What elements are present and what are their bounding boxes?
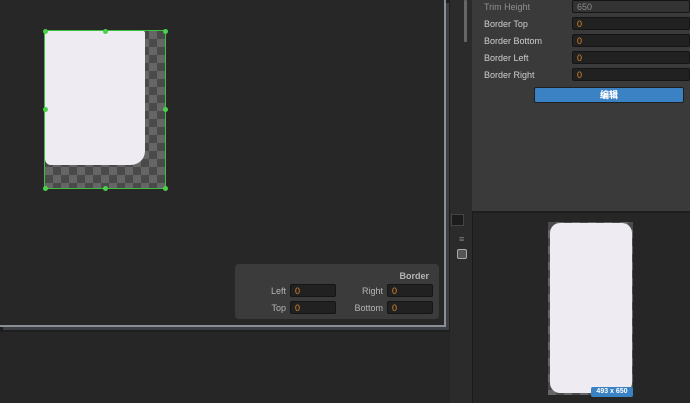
- resize-handle[interactable]: [163, 29, 168, 34]
- preview-image: [550, 223, 632, 393]
- resize-handle[interactable]: [43, 29, 48, 34]
- resize-handle[interactable]: [43, 186, 48, 191]
- edit-button[interactable]: 编辑: [534, 87, 684, 103]
- border-right-label: Border Right: [484, 70, 535, 80]
- resize-handle[interactable]: [103, 186, 108, 191]
- border-panel-title: Border: [399, 271, 429, 281]
- top-label: Top: [271, 303, 286, 313]
- border-right-input[interactable]: 0: [387, 284, 433, 297]
- border-right-field[interactable]: 0: [572, 68, 690, 81]
- collapse-icon[interactable]: [457, 249, 467, 259]
- resize-handle[interactable]: [163, 186, 168, 191]
- resize-handle[interactable]: [163, 107, 168, 112]
- border-left-field[interactable]: 0: [572, 51, 690, 64]
- border-left-label: Border Left: [484, 53, 529, 63]
- left-label: Left: [270, 286, 286, 296]
- trim-height-input[interactable]: 650: [572, 0, 690, 13]
- bottom-area: [0, 332, 452, 403]
- right-label: Right: [361, 286, 383, 296]
- trim-height-label: Trim Height: [484, 2, 531, 12]
- border-panel: Border Left 0 Right 0 Top 0 Bottom 0: [235, 264, 439, 319]
- panel-toggle[interactable]: [451, 214, 464, 226]
- border-top-field[interactable]: 0: [572, 17, 690, 30]
- menu-icon[interactable]: ≡: [459, 234, 464, 244]
- border-top-label: Border Top: [484, 19, 528, 29]
- sprite-image: [45, 31, 145, 165]
- inspector-panel: Trim Height 650 Border Top 0 Border Bott…: [472, 0, 690, 211]
- border-top-input[interactable]: 0: [290, 301, 336, 314]
- panel-splitter[interactable]: ≡: [450, 0, 472, 403]
- preview-panel: 493 x 650: [472, 213, 690, 403]
- border-bottom-label: Border Bottom: [484, 36, 543, 46]
- border-bottom-input[interactable]: 0: [387, 301, 433, 314]
- bottom-label: Bottom: [354, 303, 383, 313]
- sprite-editor-canvas[interactable]: Border Left 0 Right 0 Top 0 Bottom 0: [0, 0, 446, 327]
- resize-handle[interactable]: [103, 29, 108, 34]
- border-left-input[interactable]: 0: [290, 284, 336, 297]
- resize-handle[interactable]: [43, 107, 48, 112]
- size-badge: 493 x 650: [591, 387, 633, 397]
- border-bottom-field[interactable]: 0: [572, 34, 690, 47]
- scrollbar[interactable]: [464, 0, 467, 42]
